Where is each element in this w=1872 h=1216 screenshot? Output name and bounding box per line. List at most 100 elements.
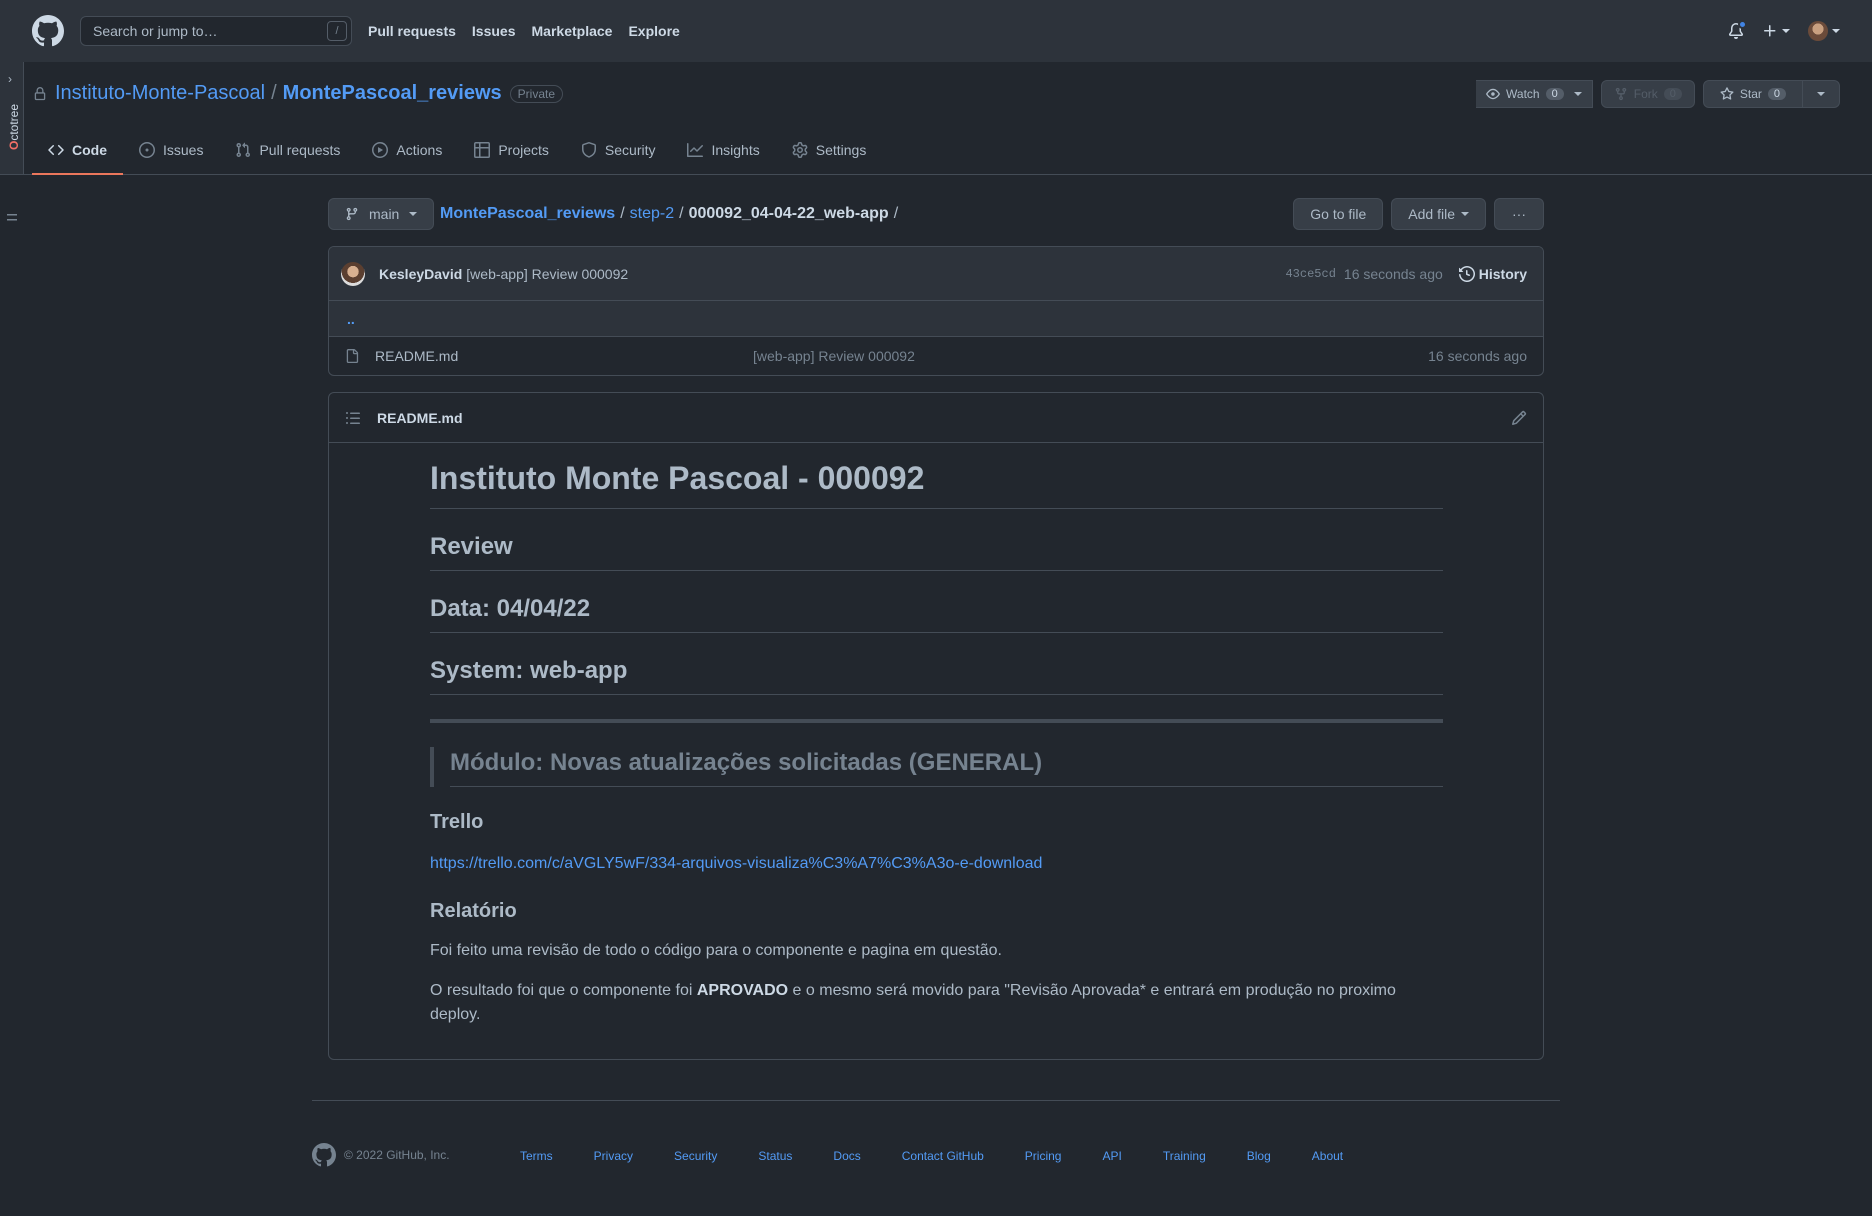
footer-link-pricing[interactable]: Pricing <box>1025 1149 1062 1163</box>
footer-copyright: © 2022 GitHub, Inc. <box>312 1143 450 1167</box>
tab-label: Actions <box>396 142 443 158</box>
graph-icon <box>687 143 704 157</box>
footer-link-blog[interactable]: Blog <box>1247 1149 1271 1163</box>
go-to-file-button[interactable]: Go to file <box>1293 198 1384 230</box>
visibility-badge: Private <box>509 84 564 103</box>
tab-insights[interactable]: Insights <box>671 127 775 175</box>
footer-link-contact[interactable]: Contact GitHub <box>902 1149 984 1163</box>
star-list-dropdown-button[interactable] <box>1803 80 1840 108</box>
search-input[interactable]: Search or jump to… / <box>80 16 352 46</box>
git-branch-icon <box>346 207 358 221</box>
fork-button[interactable]: Fork 0 <box>1600 80 1695 108</box>
nav-issues[interactable]: Issues <box>472 23 516 39</box>
notifications-bell-icon[interactable] <box>1728 20 1747 39</box>
repo-tabs: Code Issues Pull requests Actions Projec… <box>32 127 882 175</box>
more-options-button[interactable]: ··· <box>1494 198 1544 230</box>
github-logo-icon[interactable] <box>32 15 64 47</box>
breadcrumb-repo-link[interactable]: MontePascoal_reviews <box>440 205 615 223</box>
table-row[interactable]: README.md [web-app] Review 000092 16 sec… <box>329 337 1543 375</box>
watch-button-group: Watch 0 <box>1476 80 1593 108</box>
repo-owner-link[interactable]: Instituto-Monte-Pascoal <box>55 82 265 105</box>
star-label: Star <box>1739 87 1762 101</box>
add-file-button[interactable]: Add file <box>1391 198 1486 230</box>
nav-pull-requests[interactable]: Pull requests <box>368 23 456 39</box>
history-link[interactable]: History <box>1458 265 1527 282</box>
history-icon <box>1458 265 1475 282</box>
chevron-down-icon <box>409 212 418 216</box>
readme-heading-system: System: web-app <box>430 633 1443 695</box>
add-file-label: Add file <box>1408 206 1455 222</box>
file-icon <box>346 349 359 363</box>
breadcrumb-separator: / <box>893 205 899 222</box>
lock-icon <box>34 86 46 100</box>
chevron-down-icon <box>1461 212 1469 216</box>
footer-link-about[interactable]: About <box>1312 1149 1343 1163</box>
footer-link-privacy[interactable]: Privacy <box>594 1149 633 1163</box>
commit-sha-link[interactable]: 43ce5cd <box>1285 267 1335 281</box>
chevron-down-icon <box>1817 92 1825 96</box>
breadcrumb-separator: / <box>679 205 684 222</box>
readme-trello-paragraph: https://trello.com/c/aVGLY5wF/334-arquiv… <box>430 852 1443 876</box>
readme-paragraph: O resultado foi que o componente foi APR… <box>430 982 1396 1023</box>
fork-icon <box>1615 87 1626 101</box>
nav-marketplace[interactable]: Marketplace <box>532 23 613 39</box>
chevron-down-icon <box>1782 29 1790 33</box>
divider <box>430 719 1443 723</box>
file-list-box: KesleyDavid [web-app] Review 000092 43ce… <box>328 246 1544 376</box>
tab-pull-requests[interactable]: Pull requests <box>219 127 356 175</box>
breadcrumb-current-folder: 000092_04-04-22_web-app <box>688 205 889 222</box>
tab-issues[interactable]: Issues <box>123 127 219 175</box>
tab-actions[interactable]: Actions <box>356 127 458 175</box>
file-commit-message[interactable]: [web-app] Review 000092 <box>753 348 915 364</box>
breadcrumb-step-link[interactable]: step-2 <box>630 205 674 223</box>
plus-icon <box>1764 25 1776 37</box>
footer-link-training[interactable]: Training <box>1163 1149 1206 1163</box>
watch-button[interactable]: Watch 0 <box>1476 80 1593 108</box>
user-menu-button[interactable] <box>1808 21 1840 41</box>
tab-security[interactable]: Security <box>565 127 672 175</box>
tab-code[interactable]: Code <box>32 127 123 175</box>
readme-title: Instituto Monte Pascoal - 000092 <box>430 443 1443 509</box>
breadcrumb: MontePascoal_reviews / step-2 / 000092_0… <box>440 205 898 223</box>
copyright-text: © 2022 GitHub, Inc. <box>344 1148 450 1162</box>
readme-heading-date: Data: 04/04/22 <box>430 571 1443 633</box>
tab-projects[interactable]: Projects <box>458 127 565 175</box>
repo-header: Instituto-Monte-Pascoal / MontePascoal_r… <box>0 62 1872 175</box>
unread-dot <box>1738 20 1747 29</box>
trello-link[interactable]: https://trello.com/c/aVGLY5wF/334-arquiv… <box>430 855 1042 872</box>
list-unordered-icon[interactable] <box>345 410 361 426</box>
branch-select-button[interactable]: main <box>328 198 435 230</box>
github-logo-icon[interactable] <box>312 1143 336 1167</box>
latest-commit: KesleyDavid [web-app] Review 000092 43ce… <box>329 247 1543 301</box>
parent-directory-link[interactable]: .. <box>329 301 1543 337</box>
file-name-link[interactable]: README.md <box>375 348 753 364</box>
code-icon <box>48 144 64 156</box>
readme-filename: README.md <box>377 409 463 426</box>
fork-label: Fork <box>1633 87 1658 101</box>
footer-links: Terms Privacy Security Status Docs Conta… <box>520 1149 1384 1163</box>
watch-label: Watch <box>1506 87 1540 101</box>
footer-link-api[interactable]: API <box>1102 1149 1121 1163</box>
pull-request-icon <box>236 142 251 158</box>
footer-link-terms[interactable]: Terms <box>520 1149 553 1163</box>
footer-link-docs[interactable]: Docs <box>833 1149 860 1163</box>
pencil-icon[interactable] <box>1511 410 1527 426</box>
create-new-button[interactable] <box>1762 23 1790 39</box>
commit-message[interactable]: [web-app] Review 000092 <box>466 266 628 282</box>
commit-author-link[interactable]: KesleyDavid <box>379 266 462 282</box>
avatar[interactable] <box>341 261 365 286</box>
search-shortcut-key: / <box>327 21 347 41</box>
header-actions <box>1728 0 1840 62</box>
star-button-group: Star 0 <box>1702 80 1840 108</box>
gear-icon <box>792 142 808 158</box>
tab-label: Security <box>604 142 656 158</box>
star-count: 0 <box>1767 88 1786 100</box>
tab-settings[interactable]: Settings <box>776 127 883 175</box>
star-icon <box>1720 87 1734 100</box>
tab-label: Pull requests <box>259 142 341 158</box>
nav-explore[interactable]: Explore <box>628 23 679 39</box>
repo-name-link[interactable]: MontePascoal_reviews <box>283 82 502 105</box>
footer-link-status[interactable]: Status <box>758 1149 792 1163</box>
star-button[interactable]: Star 0 <box>1702 80 1803 108</box>
footer-link-security[interactable]: Security <box>674 1149 717 1163</box>
